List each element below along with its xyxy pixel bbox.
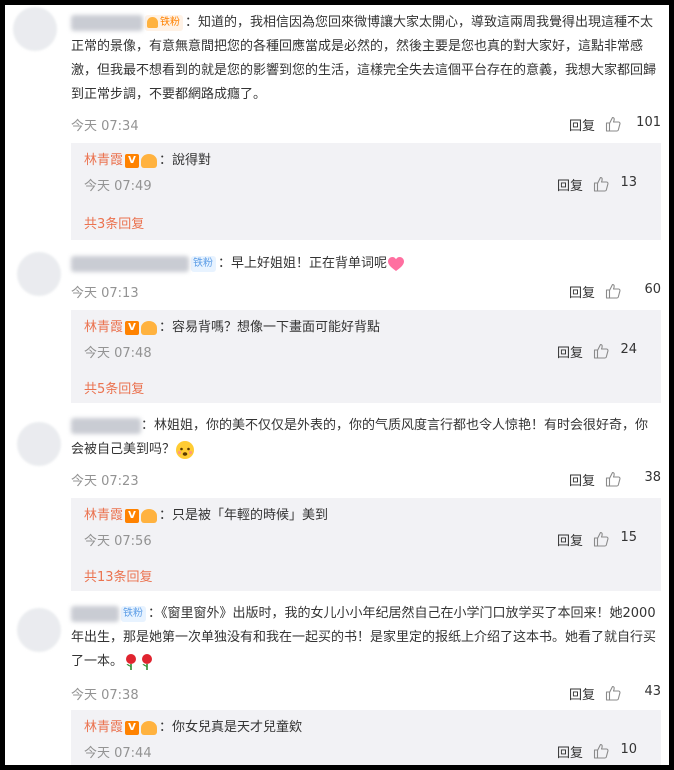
reply-meta: 今天 07:49 回复 13 [84,175,649,195]
reply-meta: 今天 07:48 回复 24 [84,342,649,362]
reply-button[interactable]: 回复 [557,530,583,549]
comment-list: 铁粉 ：知道的，我相信因為您回來微博讓大家太開心，導致這兩周我覺得出現這種不太正常… [5,5,669,765]
thumbs-up-icon[interactable] [605,283,621,299]
like-count: 10 [620,742,637,757]
reply-box: 林青霞 V ：容易背嗎？想像一下畫面可能好背點 今天 07:48 回复 24 共5条… [71,310,661,403]
reply-button[interactable]: 回复 [569,282,595,301]
reply-button[interactable]: 回复 [569,470,595,489]
crown-icon [141,320,158,335]
comment-text-block: 铁粉 ：早上好姐姐！正在背单词呢 [71,252,661,276]
blushing-face-emoji-icon [176,440,195,459]
thumbs-up-icon[interactable] [605,116,621,132]
like-count: 15 [620,530,637,545]
reply-text: 容易背嗎？想像一下畫面可能好背點 [172,320,381,335]
commenter-name[interactable] [71,417,141,434]
reply-time: 今天 07:49 [84,179,152,194]
fan-badge: 铁粉 [191,255,216,272]
verified-v-icon: V [125,320,140,335]
comment-text-block: 铁粉 ：知道的，我相信因為您回來微博讓大家太開心，導致這兩周我覺得出現這種不太正常… [71,14,657,102]
reply-author[interactable]: 林青霞 [84,508,123,523]
comment-time: 今天 07:38 [71,688,139,703]
thumbs-up-icon[interactable] [593,743,609,759]
like-count: 24 [620,342,637,357]
reply-time: 今天 07:56 [84,534,152,549]
reply-time: 今天 07:48 [84,346,152,361]
heart-emoji-icon [388,256,405,271]
comment-meta: 今天 07:38 回复 43 [71,684,661,704]
crown-icon [141,508,158,523]
reply-text: 只是被「年輕的時候」美到 [172,508,329,523]
comment-meta: 今天 07:23 回复 38 [71,470,661,490]
avatar[interactable] [17,608,61,652]
reply-text: 說得對 [172,153,212,168]
avatar[interactable] [13,7,57,51]
reply-line: 林青霞 V ：說得對 [84,153,212,168]
like-count: 101 [636,115,661,130]
crown-icon [141,720,158,735]
like-count: 43 [644,684,661,699]
like-count: 13 [620,175,637,190]
avatar[interactable] [17,252,61,296]
reply-box: 林青霞 V ：說得對 今天 07:49 回复 13 共3条回复 [71,143,661,240]
reply-author[interactable]: 林青霞 [84,153,123,168]
reply-button[interactable]: 回复 [557,742,583,761]
more-replies-link[interactable]: 共5条回复 [84,378,144,397]
reply-time: 今天 07:44 [84,746,152,761]
reply-line: 林青霞 V ：只是被「年輕的時候」美到 [84,508,329,523]
fan-badge: 铁粉 [145,14,183,31]
reply-author[interactable]: 林青霞 [84,320,123,335]
comment-time: 今天 07:34 [71,119,139,134]
comment-text: 早上好姐姐！正在背单词呢 [231,256,388,271]
reply-button[interactable]: 回复 [569,684,595,703]
thumbs-up-icon[interactable] [593,176,609,192]
rose-emoji-icon [126,653,137,670]
reply-button[interactable]: 回复 [557,175,583,194]
reply-button[interactable]: 回复 [557,342,583,361]
like-count: 60 [644,282,661,297]
fan-badge: 铁粉 [121,605,146,622]
reply-line: 林青霞 V ：你女兒真是天才兒童欸 [84,720,303,735]
comment-time: 今天 07:23 [71,474,139,489]
reply-author[interactable]: 林青霞 [84,720,123,735]
thumbs-up-icon[interactable] [593,343,609,359]
like-count: 38 [644,470,661,485]
thumbs-up-icon[interactable] [593,531,609,547]
reply-box: 林青霞 V ：只是被「年輕的時候」美到 今天 07:56 回复 15 共13条回复 [71,498,661,591]
crown-icon [141,153,158,168]
verified-v-icon: V [125,153,140,168]
more-replies-link[interactable]: 共13条回复 [84,566,153,585]
comment-text: 林姐姐，你的美不仅仅是外表的，你的气质风度言行都也令人惊艳！有时会很好奇，你会被… [71,418,649,457]
commenter-name[interactable] [71,14,143,31]
comment-meta: 今天 07:34 回复 101 [71,115,661,135]
commenter-name[interactable] [71,605,119,622]
reply-button[interactable]: 回复 [569,115,595,134]
reply-text: 你女兒真是天才兒童欸 [172,720,303,735]
comment-text-block: 铁粉 ：《窗里窗外》出版时，我的女儿小小年纪居然自己在小学门口放学买了本回来！她2… [71,605,657,670]
avatar[interactable] [17,422,61,466]
comment-meta: 今天 07:13 回复 60 [71,282,661,302]
reply-box: 林青霞 V ：你女兒真是天才兒童欸 今天 07:44 回复 10 [71,710,661,765]
comment-time: 今天 07:13 [71,286,139,301]
crown-icon [147,17,158,28]
more-replies-link[interactable]: 共3条回复 [84,213,144,232]
rose-emoji-icon [142,653,153,670]
comment-text-block: ：林姐姐，你的美不仅仅是外表的，你的气质风度言行都也令人惊艳！有时会很好奇，你会… [71,414,661,462]
thumbs-up-icon[interactable] [605,471,621,487]
reply-meta: 今天 07:56 回复 15 [84,530,649,550]
reply-meta: 今天 07:44 回复 10 [84,742,649,762]
thumbs-up-icon[interactable] [605,685,621,701]
verified-v-icon: V [125,720,140,735]
commenter-name[interactable] [71,255,189,272]
reply-line: 林青霞 V ：容易背嗎？想像一下畫面可能好背點 [84,320,381,335]
verified-v-icon: V [125,508,140,523]
